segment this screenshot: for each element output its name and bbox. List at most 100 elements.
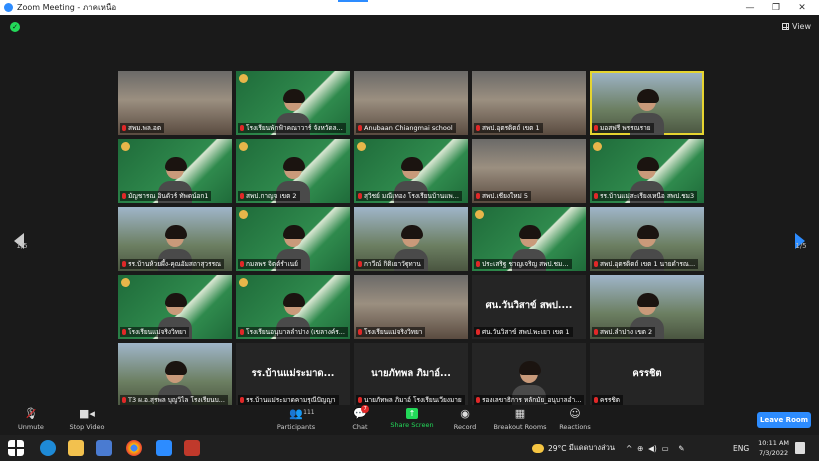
muted-mic-icon — [358, 125, 362, 131]
participant-tile[interactable]: รร.บ้านห้วยผึ้ง-คุณอัมสถาสุวรรณ — [118, 207, 232, 271]
mail-icon[interactable] — [96, 440, 112, 456]
participant-nameplate: สพป.อุตรดิตถ์ เขต 1 — [474, 123, 543, 133]
participant-tile[interactable]: ประเสริฐ ชาญเจริญ สพป.ชม... — [472, 207, 586, 271]
participant-tile[interactable]: T3 ผ.อ.สุรพล บุญวิไล โรงเรียนบ... — [118, 343, 232, 407]
muted-mic-icon — [240, 397, 244, 403]
participant-tile[interactable]: ครรชิต ครรชิต — [590, 343, 704, 407]
participant-tile[interactable]: สพป.กาญจ เขต 2 — [236, 139, 350, 203]
participant-nameplate: สพป.ลำปาง เขต 2 — [592, 327, 656, 337]
participants-button[interactable]: 👥 111 Participants — [261, 407, 331, 431]
windows-start-icon[interactable] — [8, 440, 24, 456]
participant-tile[interactable]: รองเลขาธิการ หลักมัย_อนุบาลอำ... — [472, 343, 586, 407]
title-accent — [338, 0, 368, 2]
close-button[interactable]: ✕ — [790, 0, 814, 15]
file-explorer-icon[interactable] — [68, 440, 84, 456]
tray-chevron-icon[interactable]: ^ — [626, 444, 632, 453]
battery-icon[interactable]: ▭ — [662, 444, 669, 453]
network-icon[interactable]: ⊕ — [637, 444, 643, 453]
minimize-button[interactable]: — — [738, 0, 762, 15]
participant-tile[interactable]: โรงเรียนแม่จริงวิทยา — [118, 275, 232, 339]
participant-name: นายภัทพล ภิมาอ์ โรงเรียนเวียงมาย — [364, 396, 462, 404]
school-logo-icon — [239, 210, 248, 219]
participant-tile[interactable]: สพป.ลำปาง เขต 2 — [590, 275, 704, 339]
meeting-area: ✓ View 1/5 1/5 สพม.พล.อต โรงเรียนพักฟ้าคณ… — [0, 15, 819, 407]
restore-button[interactable]: ❐ — [764, 0, 788, 15]
participant-tile[interactable]: รร.บ้านแม่ระมาด... รร.บ้านแม่ระมาดคามรุณี… — [236, 343, 350, 407]
meeting-toolbar: 🎙 Unmute ■◂ Stop Video 👥111 Participants… — [0, 405, 819, 435]
muted-mic-icon — [358, 193, 362, 199]
participant-nameplate: T3 ผ.อ.สุรพล บุญวิไล โรงเรียนบ... — [120, 395, 228, 405]
view-button[interactable]: View — [782, 22, 811, 31]
participant-name: สพป.อุตรดิตถ์ เขต 1 นายดำรณ... — [600, 260, 696, 268]
participant-tile[interactable]: สพป.อุตรดิตถ์ เขต 1 นายดำรณ... — [590, 207, 704, 271]
chrome-icon[interactable] — [126, 440, 142, 456]
participant-tile[interactable]: ศน.วันวิสาข์ สพป.... ศน.วันวิสาข์ สพป.พะเ… — [472, 275, 586, 339]
muted-mic-icon — [240, 193, 244, 199]
school-logo-icon — [357, 142, 366, 151]
participant-name: ศน.วันวิสาข์ สพป.พะเยา เขต 1 — [482, 328, 570, 336]
participant-nameplate: สพป.เชียงใหม่ 5 — [474, 191, 532, 201]
pen-icon[interactable]: ✎ — [678, 444, 684, 453]
taskbar-clock[interactable]: 10:11 AM 7/3/2022 — [758, 438, 789, 458]
muted-mic-icon — [476, 261, 480, 267]
participant-nameplate: โรงเรียนแม่จริงวิทยา — [120, 327, 190, 337]
participant-tile[interactable]: สพป.อุตรดิตถ์ เขต 1 — [472, 71, 586, 135]
zoom-taskbar-icon[interactable] — [156, 440, 172, 456]
participant-name: สพป.อุตรดิตถ์ เขต 1 — [482, 124, 540, 132]
participant-nameplate: กมลพร จิตต์รำเนย์ — [238, 259, 301, 269]
participant-tile[interactable]: รร.บ้านแม่สะเรียงเหนือ สพป.ชม3 — [590, 139, 704, 203]
muted-mic-icon — [240, 261, 244, 267]
participant-name: โรงเรียนแม่จริงวิทยา — [128, 328, 187, 336]
muted-mic-icon — [594, 261, 598, 267]
grid-view-icon — [782, 23, 790, 30]
participant-name: กาวีณ์ กิติเยาวัฐุทาน — [364, 260, 421, 268]
weather-widget[interactable]: 29°C มีแดดบางส่วน — [532, 435, 615, 461]
breakout-rooms-label: Breakout Rooms — [493, 423, 547, 431]
participant-nameplate: รร.บ้านห้วยผึ้ง-คุณอัมสถาสุวรรณ — [120, 259, 225, 269]
muted-mic-icon — [358, 329, 362, 335]
participant-name: รร.บ้านแม่สะเรียงเหนือ สพป.ชม3 — [600, 192, 695, 200]
participant-tile[interactable]: Anubaan Chiangmai school — [354, 71, 468, 135]
participant-nameplate: มัญชารณ อินดัวร์ ทัพดน์อก1 — [120, 191, 212, 201]
participant-tile[interactable]: นายภัทพล ภิมาอ์... นายภัทพล ภิมาอ์ โรงเรี… — [354, 343, 468, 407]
language-indicator[interactable]: ENG — [733, 435, 749, 461]
reactions-button[interactable]: ☺ Reactions — [540, 407, 610, 431]
edge-browser-icon[interactable] — [40, 440, 56, 456]
volume-icon[interactable]: ◀) — [648, 444, 657, 453]
muted-mic-icon — [122, 397, 126, 403]
share-screen-label: Share Screen — [390, 421, 434, 429]
page-indicator-left: 1/5 — [16, 242, 28, 250]
participant-tile[interactable]: สุวิชย์ มณีเทอง โรงเรียนบ้านแพ... — [354, 139, 468, 203]
participant-tile[interactable]: กมลพร จิตต์รำเนย์ — [236, 207, 350, 271]
participant-tile[interactable]: มอสฟรี พรรณราย — [590, 71, 704, 135]
participant-nameplate: ศน.วันวิสาข์ สพป.พะเยา เขต 1 — [474, 327, 573, 337]
security-shield-icon[interactable]: ✓ — [10, 22, 20, 32]
participant-nameplate: รร.บ้านแม่สะเรียงเหนือ สพป.ชม3 — [592, 191, 698, 201]
participant-nameplate: โรงเรียนอนุบาลลำปาง (เขลางค์ร... — [238, 327, 348, 337]
video-camera-icon: ■◂ — [79, 407, 95, 420]
leave-room-button[interactable]: Leave Room — [757, 412, 811, 428]
stop-video-button[interactable]: ■◂ Stop Video — [52, 407, 122, 431]
weather-description: มีแดดบางส่วน — [568, 443, 615, 452]
breakout-rooms-icon: ▦ — [514, 407, 526, 420]
school-logo-icon — [475, 210, 484, 219]
participant-tile[interactable]: สพป.เชียงใหม่ 5 — [472, 139, 586, 203]
participant-tile[interactable]: โรงเรียนอนุบาลลำปาง (เขลางค์ร... — [236, 275, 350, 339]
participant-display-name: นายภัทพล ภิมาอ์... — [371, 368, 451, 379]
chat-label: Chat — [352, 423, 368, 431]
muted-mic-icon — [476, 397, 480, 403]
participant-tile[interactable]: โรงเรียนพักฟ้าคณาวาร์ จังหวัดล... — [236, 71, 350, 135]
notification-icon[interactable] — [795, 442, 805, 454]
zoom-app-icon — [4, 3, 13, 12]
participant-tile[interactable]: โรงเรียนแม่จริงวิทยา — [354, 275, 468, 339]
school-logo-icon — [593, 142, 602, 151]
participant-nameplate: ประเสริฐ ชาญเจริญ สพป.ชม... — [474, 259, 572, 269]
participant-name: โรงเรียนอนุบาลลำปาง (เขลางค์ร... — [246, 328, 345, 336]
participant-tile[interactable]: กาวีณ์ กิติเยาวัฐุทาน — [354, 207, 468, 271]
system-tray-icons[interactable]: ^ ⊕ ◀) ▭ ✎ — [626, 435, 685, 461]
participant-tile[interactable]: มัญชารณ อินดัวร์ ทัพดน์อก1 — [118, 139, 232, 203]
participant-tile[interactable]: สพม.พล.อต — [118, 71, 232, 135]
page-indicator-right: 1/5 — [795, 242, 807, 250]
participant-name: Anubaan Chiangmai school — [364, 124, 453, 132]
video-editor-icon[interactable] — [184, 440, 200, 456]
